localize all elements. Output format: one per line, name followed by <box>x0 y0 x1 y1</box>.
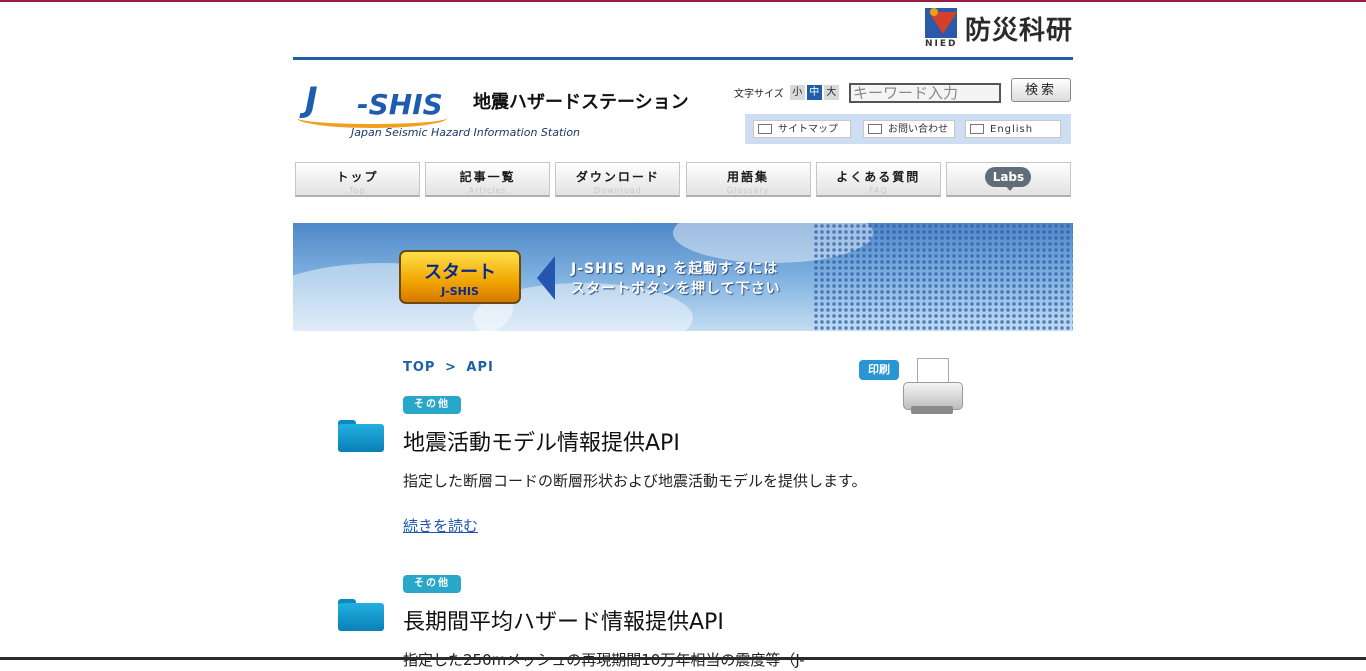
breadcrumb: TOP > API <box>403 360 494 375</box>
nied-mark-icon: NIED <box>924 6 959 50</box>
breadcrumb-home-link[interactable]: TOP <box>403 360 435 375</box>
sitemap-label: サイトマップ <box>778 124 838 135</box>
article-description: 指定した250mメッシュの再現期間10万年相当の震度等（J- <box>403 651 805 669</box>
font-size-large-button[interactable]: 大 <box>823 85 839 100</box>
print-button[interactable]: 印刷 <box>859 356 965 418</box>
font-size-small-button[interactable]: 小 <box>789 85 805 100</box>
font-size-label: 文字サイズ <box>734 89 784 100</box>
nav-sublabel: Glossary <box>726 186 770 195</box>
arrow-left-icon <box>537 256 555 300</box>
nav-item-download[interactable]: ダウンロード Download <box>555 162 681 197</box>
logo-shis: -SHIS <box>357 88 443 121</box>
nav-sublabel: Download <box>593 186 642 195</box>
start-sublabel: J-SHIS <box>441 285 479 298</box>
nav-item-articles[interactable]: 記事一覧 Articles <box>425 162 551 197</box>
nav-sublabel: Articles <box>468 186 507 195</box>
category-badge[interactable]: その他 <box>403 396 461 414</box>
nav-label: トップ <box>336 170 379 184</box>
nav-sublabel: FAQ <box>869 186 888 195</box>
read-more-link[interactable]: 続きを読む <box>403 515 478 536</box>
nav-item-labs[interactable]: Labs <box>945 162 1071 197</box>
nav-label: 用語集 <box>727 170 770 184</box>
article-title[interactable]: 長期間平均ハザード情報提供API <box>403 604 724 636</box>
sitemap-link[interactable]: サイトマップ <box>753 120 851 138</box>
logo-subtitle: Japan Seismic Hazard Information Station <box>351 126 581 139</box>
nied-logo[interactable]: NIED 防災科研 <box>924 6 1073 50</box>
site-title: 地震ハザードステーション <box>473 92 689 113</box>
labs-bubble-icon: Labs <box>985 167 1032 191</box>
global-nav: トップ Top 記事一覧 Articles ダウンロード Download 用語… <box>295 162 1071 198</box>
nav-label: よくある質問 <box>836 170 921 184</box>
banner-text-line2: スタートボタンを押して下さい <box>571 281 781 297</box>
breadcrumb-separator: > <box>444 360 457 375</box>
speech-bubble-icon <box>868 124 882 134</box>
folder-icon <box>338 420 384 452</box>
font-size-medium-button[interactable]: 中 <box>806 85 822 100</box>
english-label: English <box>990 124 1034 135</box>
print-label: 印刷 <box>859 360 899 380</box>
nav-label: ダウンロード <box>575 170 660 184</box>
english-link[interactable]: English <box>965 120 1061 138</box>
breadcrumb-current: API <box>466 360 494 375</box>
page-container: NIED 防災科研 J -SHIS Japan Seismic Hazard I… <box>293 0 1073 669</box>
printer-tray-icon <box>911 406 953 414</box>
article-description: 指定した断層コードの断層形状および地震活動モデルを提供します。 <box>403 472 867 490</box>
utility-links: サイトマップ お問い合わせ English <box>745 114 1071 144</box>
nav-item-top[interactable]: トップ Top <box>295 162 420 197</box>
search-input[interactable] <box>849 83 1001 103</box>
nav-item-faq[interactable]: よくある質問 FAQ <box>815 162 941 197</box>
search-button[interactable]: 検索 <box>1011 78 1071 102</box>
folder-icon <box>338 599 384 631</box>
contact-label: お問い合わせ <box>888 124 948 135</box>
logo-j: J <box>305 80 318 120</box>
start-button[interactable]: スタート J-SHIS <box>399 250 521 304</box>
header-divider <box>293 57 1073 60</box>
document-icon <box>970 124 984 134</box>
org-name: 防災科研 <box>964 16 1073 46</box>
category-badge[interactable]: その他 <box>403 575 461 593</box>
banner-text-line1: J-SHIS Map を起動するには <box>571 261 779 277</box>
start-label: スタート <box>424 262 496 283</box>
nav-label: 記事一覧 <box>459 170 516 184</box>
font-size-control: 文字サイズ 小 中 大 <box>734 85 839 100</box>
sitemap-icon <box>758 124 772 134</box>
contact-link[interactable]: お問い合わせ <box>863 120 955 138</box>
article-title[interactable]: 地震活動モデル情報提供API <box>403 425 680 457</box>
banner-text: J-SHIS Map を起動するには スタートボタンを押して下さい <box>571 259 781 299</box>
jshis-map-banner[interactable]: スタート J-SHIS J-SHIS Map を起動するには スタートボタンを押… <box>293 223 1073 331</box>
nav-sublabel: Top <box>349 186 366 195</box>
nied-abbr: NIED <box>924 39 958 49</box>
japan-map-dots <box>813 223 1073 331</box>
nav-item-glossary[interactable]: 用語集 Glossary <box>685 162 811 197</box>
